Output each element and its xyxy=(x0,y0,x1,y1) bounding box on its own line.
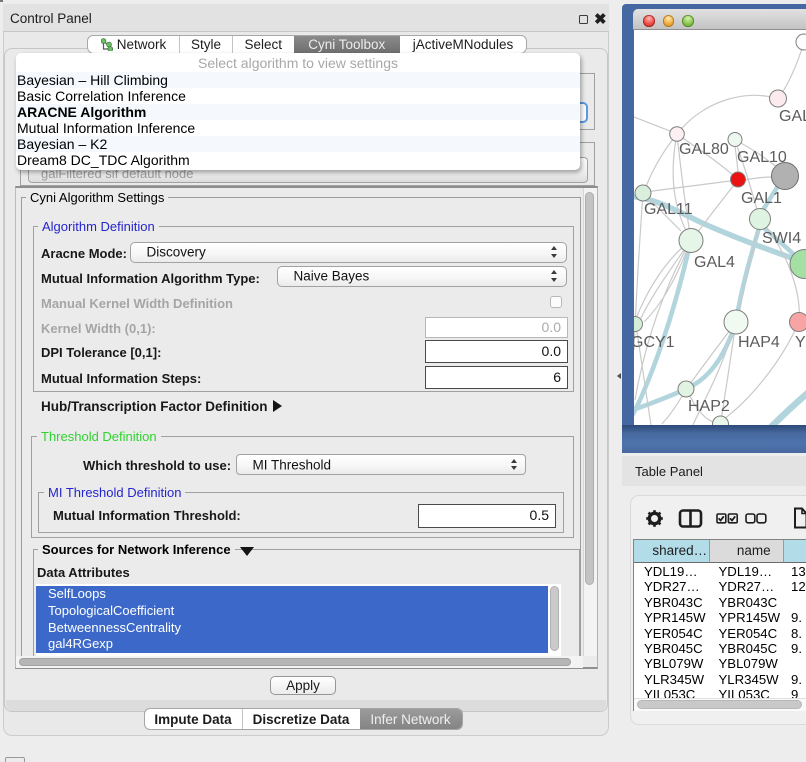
svg-text:YG: YG xyxy=(795,334,806,351)
svg-text:GCY1: GCY1 xyxy=(634,334,675,351)
svg-text:GAL80: GAL80 xyxy=(679,141,729,158)
svg-text:GAL11: GAL11 xyxy=(644,201,693,218)
svg-text:GAL4: GAL4 xyxy=(694,254,735,271)
svg-text:GAL1: GAL1 xyxy=(741,190,782,207)
svg-text:HAP4: HAP4 xyxy=(738,334,780,351)
svg-text:GAL10: GAL10 xyxy=(737,149,787,166)
svg-text:GAL7: GAL7 xyxy=(779,108,806,125)
svg-text:HAP2: HAP2 xyxy=(688,398,730,415)
svg-text:SWI4: SWI4 xyxy=(762,230,801,247)
